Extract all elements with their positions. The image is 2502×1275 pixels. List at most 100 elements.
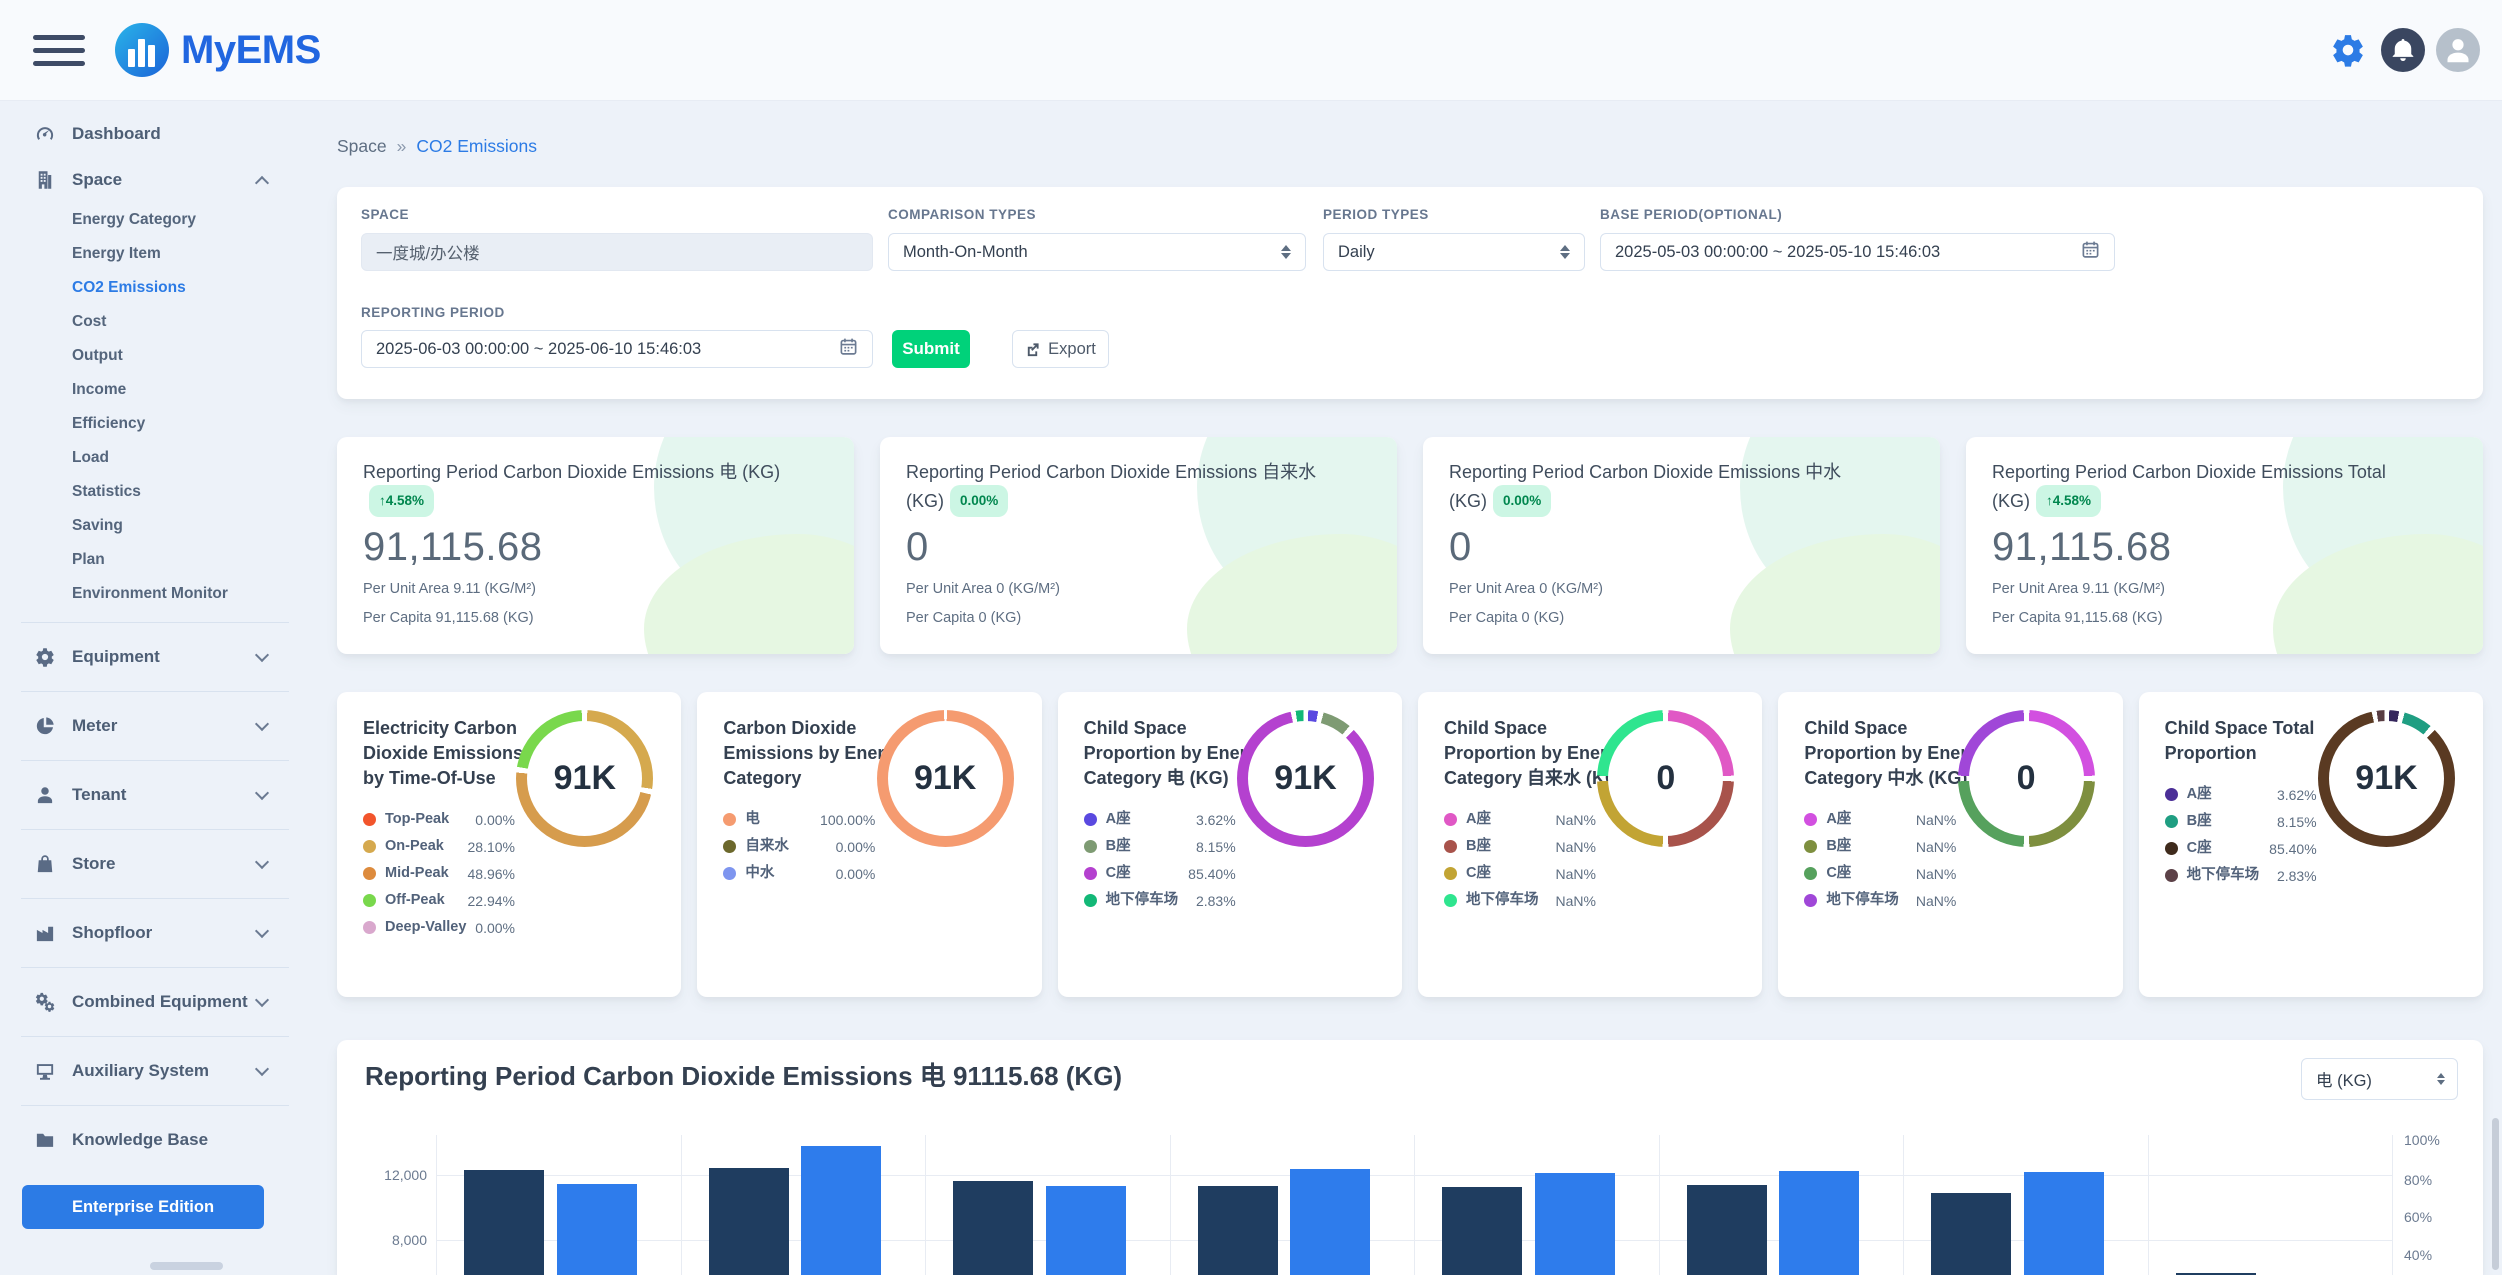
enterprise-edition-button[interactable]: Enterprise Edition	[22, 1185, 264, 1229]
sidebar-item-knowledge-base[interactable]: Knowledge Base	[35, 1117, 303, 1163]
stat-card-1: Reporting Period Carbon Dioxide Emission…	[880, 437, 1397, 654]
legend-percentage: 48.96%	[468, 866, 515, 882]
space-input[interactable]: 一度城/办公楼	[361, 233, 873, 271]
horizontal-scrollbar-thumb[interactable]	[150, 1262, 223, 1270]
legend-color-dot	[1804, 894, 1817, 907]
sidebar-item-shopfloor[interactable]: Shopfloor	[35, 910, 303, 956]
sidebar-item-label: Output	[72, 347, 123, 365]
sidebar-divider	[21, 829, 289, 830]
sidebar-item-label: Meter	[72, 716, 117, 736]
breadcrumb-separator: »	[397, 136, 407, 157]
legend-item: 地下停车场NaN%	[1444, 887, 1596, 914]
legend-item: A座3.62%	[2165, 781, 2317, 808]
sidebar-item-label: Efficiency	[72, 415, 145, 433]
base-period-label: BASE PERIOD(OPTIONAL)	[1600, 207, 1782, 222]
sidebar-item-label: Environment Monitor	[72, 585, 228, 603]
user-icon	[35, 785, 55, 805]
sidebar-item-saving[interactable]: Saving	[35, 509, 303, 543]
reporting-period-input[interactable]: 2025-06-03 00:00:00 ~ 2025-06-10 15:46:0…	[361, 330, 873, 368]
sidebar-item-equipment[interactable]: Equipment	[35, 634, 303, 680]
bar-base-period	[1931, 1193, 2011, 1275]
legend-label: C座	[2187, 840, 2270, 857]
donut-legend: Top-Peak0.00%On-Peak28.10%Mid-Peak48.96%…	[363, 806, 515, 941]
user-avatar-icon[interactable]	[2436, 28, 2480, 72]
export-button[interactable]: Export	[1012, 330, 1109, 368]
change-badge: ↑4.58%	[2036, 485, 2101, 517]
sidebar-item-store[interactable]: Store	[35, 841, 303, 887]
legend-label: 地下停车场	[1466, 892, 1556, 909]
legend-color-dot	[1084, 867, 1097, 880]
sidebar-item-statistics[interactable]: Statistics	[35, 475, 303, 509]
legend-item: 电100.00%	[723, 806, 875, 833]
chevron-down-icon	[255, 924, 269, 938]
settings-gear-icon[interactable]	[2326, 28, 2370, 72]
legend-color-dot	[723, 840, 736, 853]
legend-label: B座	[2187, 813, 2277, 830]
legend-percentage: NaN%	[1556, 893, 1596, 909]
myems-logo[interactable]: MyEMS	[115, 23, 321, 77]
sidebar-item-label: Combined Equipment	[72, 992, 248, 1012]
sidebar-item-energy-category[interactable]: Energy Category	[35, 203, 303, 237]
period-types-label: PERIOD TYPES	[1323, 207, 1429, 222]
sidebar-item-energy-item[interactable]: Energy Item	[35, 237, 303, 271]
change-badge: 0.00%	[1493, 485, 1551, 517]
stat-card-title: Reporting Period Carbon Dioxide Emission…	[363, 459, 791, 517]
donut-ring-chart: 91K	[1237, 710, 1374, 847]
stat-card-2: Reporting Period Carbon Dioxide Emission…	[1423, 437, 1940, 654]
sidebar-item-auxiliary-system[interactable]: Auxiliary System	[35, 1048, 303, 1094]
bar-reporting-period	[1046, 1186, 1126, 1275]
sidebar-item-environment-monitor[interactable]: Environment Monitor	[35, 577, 303, 611]
right-axis-tick-label: 40%	[2404, 1247, 2432, 1263]
vertical-scrollbar-thumb[interactable]	[2492, 1118, 2499, 1270]
legend-label: 地下停车场	[1826, 892, 1916, 909]
legend-percentage: 0.00%	[836, 866, 876, 882]
gridline	[925, 1135, 926, 1275]
legend-item: Top-Peak0.00%	[363, 806, 515, 833]
legend-percentage: 3.62%	[1196, 812, 1236, 828]
menu-toggle-icon[interactable]	[33, 27, 85, 74]
gauge-icon	[35, 124, 55, 144]
gridline	[2148, 1135, 2149, 1275]
legend-label: 地下停车场	[2187, 867, 2277, 884]
sidebar-item-space[interactable]: Space	[35, 157, 303, 203]
shopping-bag-icon	[35, 854, 55, 874]
right-axis-tick-label: 100%	[2404, 1132, 2440, 1148]
sidebar-divider	[21, 622, 289, 623]
sidebar-item-meter[interactable]: Meter	[35, 703, 303, 749]
sidebar-item-label: Equipment	[72, 647, 160, 667]
sidebar-item-label: Statistics	[72, 483, 141, 501]
sidebar-item-combined-equipment[interactable]: Combined Equipment	[35, 979, 303, 1025]
sidebar-item-efficiency[interactable]: Efficiency	[35, 407, 303, 441]
stat-card-content: Reporting Period Carbon Dioxide Emission…	[1992, 459, 2457, 626]
notifications-bell-icon[interactable]	[2381, 28, 2425, 72]
legend-label: Deep-Valley	[385, 919, 475, 936]
period-types-select[interactable]: Daily	[1323, 233, 1585, 271]
per-unit-area-text: Per Unit Area 0 (KG/M²)	[906, 581, 1371, 597]
legend-item: B座NaN%	[1804, 833, 1956, 860]
sidebar-item-label: Space	[72, 170, 122, 190]
base-period-input[interactable]: 2025-05-03 00:00:00 ~ 2025-05-10 15:46:0…	[1600, 233, 2115, 271]
sidebar-item-dashboard[interactable]: Dashboard	[35, 111, 303, 157]
per-capita-text: Per Capita 0 (KG)	[1449, 610, 1914, 626]
sidebar-item-cost[interactable]: Cost	[35, 305, 303, 339]
legend-percentage: 0.00%	[475, 920, 515, 936]
sidebar-item-income[interactable]: Income	[35, 373, 303, 407]
legend-percentage: NaN%	[1556, 839, 1596, 855]
legend-item: B座8.15%	[1084, 833, 1236, 860]
legend-label: 中水	[745, 865, 835, 882]
sidebar-item-output[interactable]: Output	[35, 339, 303, 373]
sidebar-item-co2-emissions[interactable]: CO2 Emissions	[35, 271, 303, 305]
stat-card-title: Reporting Period Carbon Dioxide Emission…	[1449, 459, 1877, 517]
cogs-icon	[35, 992, 55, 1012]
donut-center-value: 91K	[527, 721, 642, 836]
sidebar-item-load[interactable]: Load	[35, 441, 303, 475]
legend-percentage: 28.10%	[468, 839, 515, 855]
stat-card-value: 0	[1449, 525, 1914, 570]
comparison-types-select[interactable]: Month-On-Month	[888, 233, 1306, 271]
legend-label: C座	[1106, 865, 1189, 882]
sidebar-item-tenant[interactable]: Tenant	[35, 772, 303, 818]
energy-unit-select[interactable]: 电 (KG)	[2301, 1058, 2458, 1100]
breadcrumb-current[interactable]: CO2 Emissions	[416, 136, 537, 157]
sidebar-item-plan[interactable]: Plan	[35, 543, 303, 577]
submit-button[interactable]: Submit	[892, 330, 970, 368]
